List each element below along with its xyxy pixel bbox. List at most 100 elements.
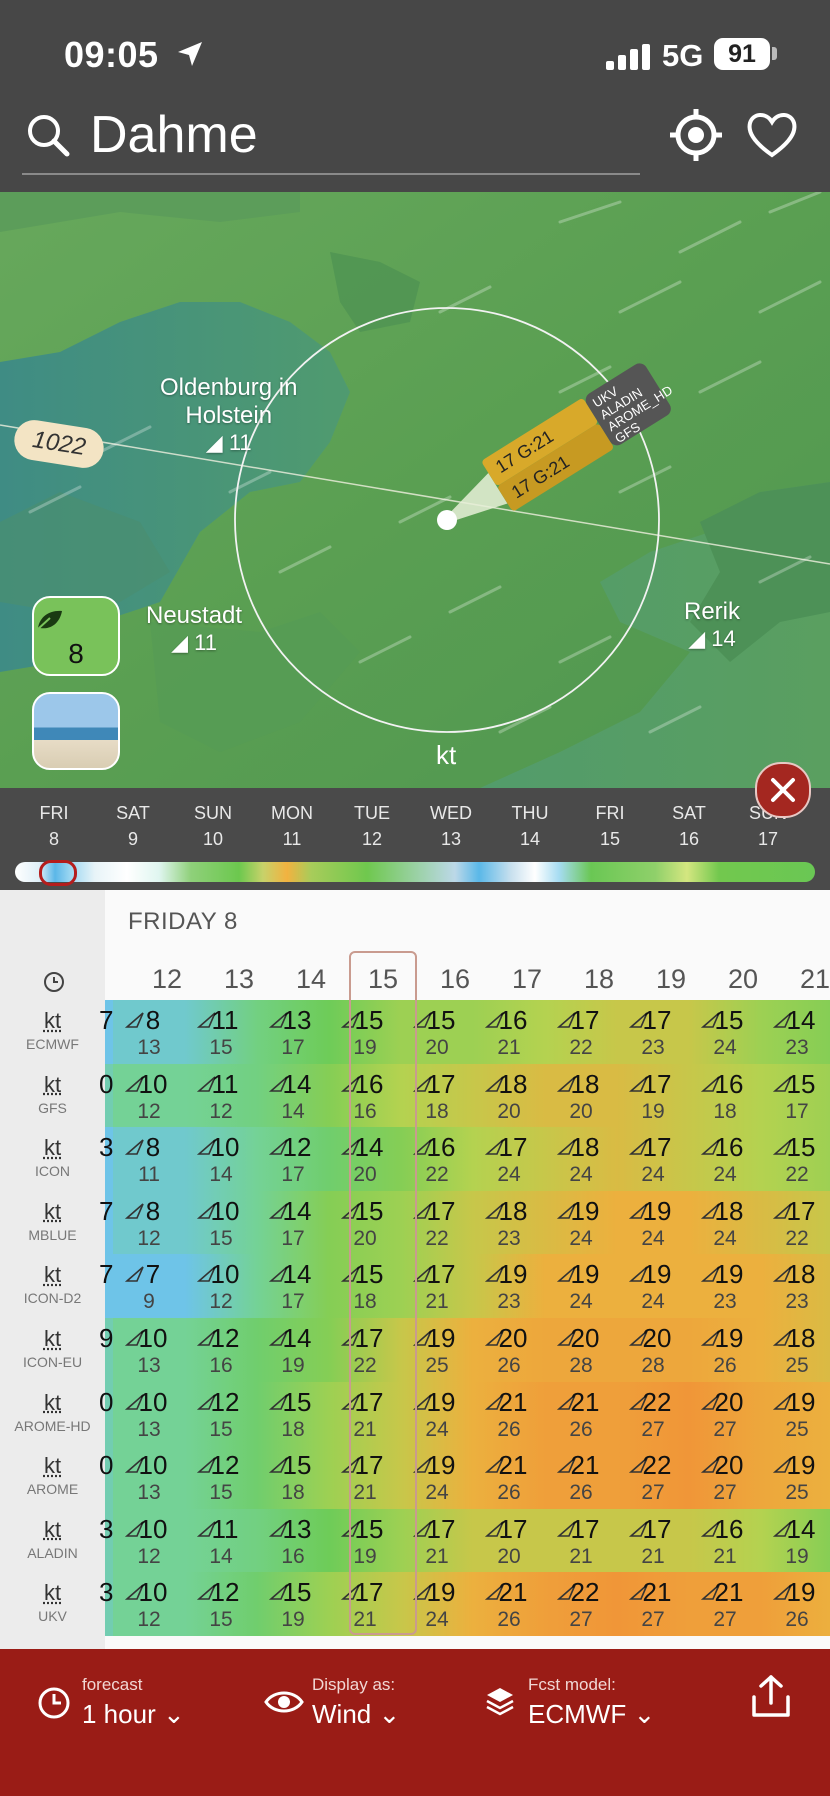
table-cell[interactable]: 17 21 [617,1508,689,1573]
table-cell[interactable]: 18 20 [545,1063,617,1128]
table-cell[interactable]: 21 27 [617,1572,689,1636]
table-cell[interactable]: 21 26 [473,1445,545,1509]
table-cell[interactable]: 17 20 [473,1508,545,1573]
wind-timebar[interactable] [15,862,815,882]
day-fri-15[interactable]: FRI 15 [570,800,650,852]
table-cell[interactable]: 19 24 [545,1254,617,1318]
day-timeline[interactable]: FRI 8 SAT 9 SUN 10 MON 11 TUE 12 WED 13 THU 14 … [0,788,830,890]
table-cell[interactable]: 15 18 [257,1445,329,1509]
day-sat-16[interactable]: SAT 16 [649,800,729,852]
table-cell[interactable]: 10 12 [113,1572,185,1636]
forecast-table[interactable]: FRIDAY 8 12 13 14 15 16 17 18 19 20 21 kt ECMWF kt G… [0,890,830,1649]
table-cell[interactable]: 19 23 [473,1254,545,1318]
table-cell[interactable]: 19 26 [689,1318,761,1382]
table-cell[interactable]: 17 19 [617,1063,689,1128]
display-as-button[interactable]: Display as: Wind ⌄ [264,1675,400,1730]
table-cell[interactable]: 13 17 [257,1000,329,1064]
table-cell[interactable]: 14 23 [761,1000,830,1064]
table-cell[interactable]: 12 16 [185,1318,257,1382]
map-label-rerik[interactable]: Rerik ◢ 14 [684,598,740,652]
table-cell[interactable]: 8 13 [113,1000,185,1064]
table-cell[interactable]: 15 24 [689,1000,761,1064]
table-cell[interactable]: 18 20 [473,1063,545,1128]
table-cell[interactable]: 8 11 [113,1127,185,1191]
table-cell[interactable]: 20 27 [689,1381,761,1446]
table-cell[interactable]: 17 22 [761,1190,830,1255]
model-label-aladin[interactable]: kt ALADIN [0,1517,105,1561]
table-cell[interactable]: 21 26 [545,1381,617,1446]
table-cell[interactable]: 15 22 [761,1127,830,1191]
table-cell[interactable]: 8 12 [113,1190,185,1255]
table-cell[interactable]: 14 17 [257,1254,329,1318]
table-cell[interactable]: 18 23 [473,1190,545,1255]
timebar-current-marker[interactable] [39,860,77,886]
table-cell[interactable]: 17 22 [545,1000,617,1064]
day-tue-12[interactable]: TUE 12 [332,800,412,852]
table-cell[interactable]: 19 23 [689,1254,761,1318]
table-cell[interactable]: 22 27 [617,1445,689,1509]
table-cell[interactable]: 22 27 [545,1572,617,1636]
table-cell[interactable]: 10 15 [185,1190,257,1255]
eco-button[interactable]: 8 [32,596,120,676]
table-cell[interactable]: 16 18 [689,1063,761,1128]
table-cell[interactable]: 79 [113,1254,185,1318]
search-input[interactable]: Dahme [90,105,258,165]
model-label-icon[interactable]: kt ICON [0,1135,105,1179]
day-wed-13[interactable]: WED 13 [411,800,491,852]
table-cell[interactable]: 16 24 [689,1127,761,1191]
table-cell[interactable]: 11 14 [185,1508,257,1573]
table-cell[interactable]: 19 24 [617,1190,689,1255]
table-cell[interactable]: 19 26 [761,1572,830,1636]
model-label-arome[interactable]: kt AROME [0,1453,105,1497]
table-cell[interactable]: 20 26 [473,1318,545,1382]
table-cell[interactable]: 20 28 [545,1318,617,1382]
table-cell[interactable]: 10 13 [113,1318,185,1382]
table-cell[interactable]: 21 26 [545,1445,617,1509]
day-sat-9[interactable]: SAT 9 [93,800,173,852]
table-cell[interactable]: 15 18 [257,1381,329,1446]
table-cell[interactable]: 19 25 [761,1381,830,1446]
table-cell[interactable]: 14 14 [257,1063,329,1128]
table-cell[interactable]: 21 26 [473,1381,545,1446]
table-cell[interactable]: 13 16 [257,1508,329,1573]
table-cell[interactable]: 18 25 [761,1318,830,1382]
table-cell[interactable]: 10 12 [185,1254,257,1318]
table-cell[interactable]: 20 28 [617,1318,689,1382]
webcam-thumbnail[interactable] [32,692,120,770]
table-cell[interactable]: 19 25 [761,1445,830,1509]
share-icon[interactable] [748,1673,794,1719]
table-cell[interactable]: 21 26 [473,1572,545,1636]
table-cell[interactable]: 16 21 [473,1000,545,1064]
table-cell[interactable]: 15 17 [761,1063,830,1128]
table-cell[interactable]: 17 24 [617,1127,689,1191]
table-cell[interactable]: 16 21 [689,1508,761,1573]
table-cell[interactable]: 10 12 [113,1063,185,1128]
table-cell[interactable]: 11 15 [185,1000,257,1064]
search-icon[interactable] [26,113,70,157]
table-cell[interactable]: 12 17 [257,1127,329,1191]
model-label-icon-eu[interactable]: kt ICON-EU [0,1326,105,1370]
table-cell[interactable]: 12 15 [185,1381,257,1446]
table-cell[interactable]: 10 14 [185,1127,257,1191]
day-mon-11[interactable]: MON 11 [252,800,332,852]
forecast-interval-button[interactable]: forecast 1 hour ⌄ [36,1675,185,1730]
model-label-arome-hd[interactable]: kt AROME-HD [0,1390,105,1434]
table-cell[interactable]: 10 13 [113,1445,185,1509]
table-cell[interactable]: 19 24 [545,1190,617,1255]
table-cell[interactable]: 10 12 [113,1508,185,1573]
table-cell[interactable]: 14 19 [761,1508,830,1573]
table-cell[interactable]: 17 24 [473,1127,545,1191]
model-label-ecmwf[interactable]: kt ECMWF [0,1008,105,1052]
heart-icon[interactable] [744,107,800,163]
table-cell[interactable]: 10 13 [113,1381,185,1446]
model-label-gfs[interactable]: kt GFS [0,1072,105,1116]
table-cell[interactable]: 14 19 [257,1318,329,1382]
table-cell[interactable]: 19 24 [617,1254,689,1318]
table-cell[interactable]: 21 27 [689,1572,761,1636]
table-cell[interactable]: 18 23 [761,1254,830,1318]
wind-map[interactable]: 17 G:21 17 G:21 UKV ALADIN AROME_HD GFS … [0,192,830,788]
day-sun-10[interactable]: SUN 10 [173,800,253,852]
table-cell[interactable]: 18 24 [689,1190,761,1255]
model-label-icon-d2[interactable]: kt ICON-D2 [0,1262,105,1306]
table-cell[interactable]: 20 27 [689,1445,761,1509]
